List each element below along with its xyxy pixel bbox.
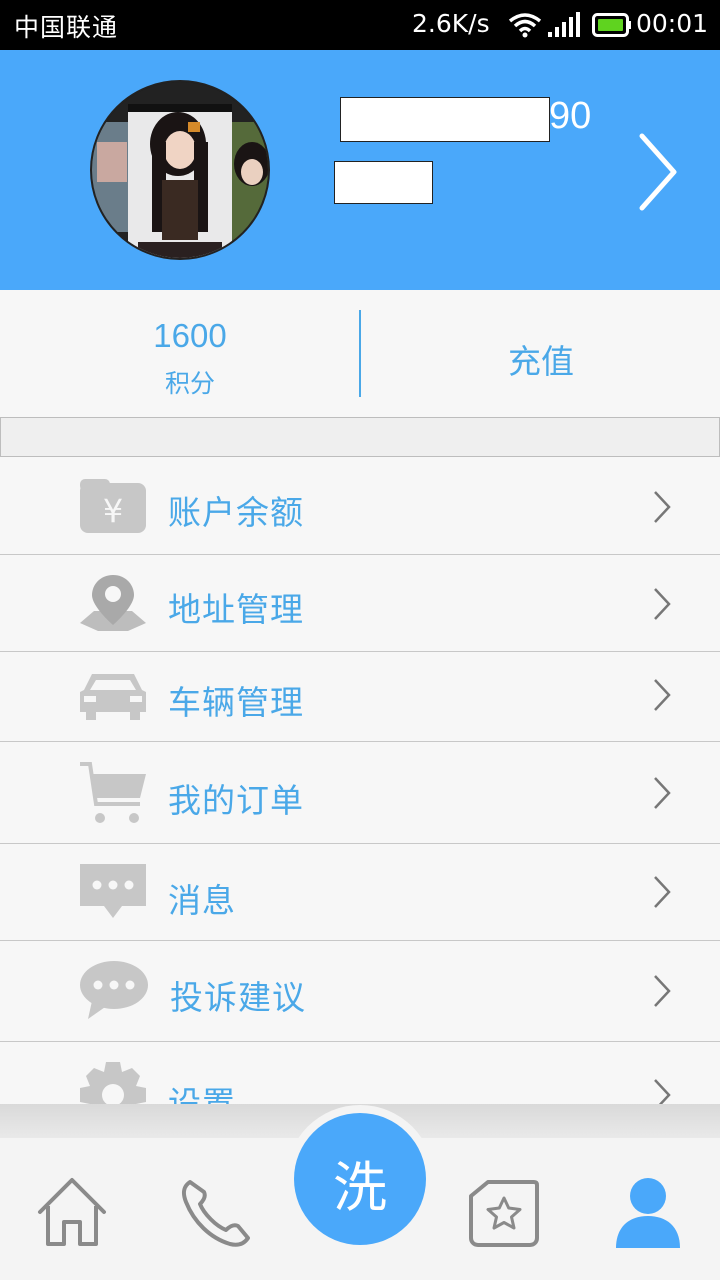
username-redacted xyxy=(340,97,550,142)
chevron-right-icon xyxy=(654,679,671,711)
menu-item-settings[interactable]: 设置 xyxy=(0,1042,720,1105)
phone-icon[interactable] xyxy=(180,1178,252,1248)
menu-list[interactable]: ¥ 账户余额 地址管理 车辆管理 我的订单 消息 投诉建议 设置 xyxy=(0,457,720,1105)
chevron-right-icon[interactable] xyxy=(634,132,680,212)
menu-item-my-orders[interactable]: 我的订单 xyxy=(0,742,720,844)
profile-header[interactable]: 90 xyxy=(0,50,720,290)
points-value: 1600 xyxy=(153,317,227,354)
location-pin-icon xyxy=(80,575,146,631)
favorites-star-icon[interactable] xyxy=(468,1178,540,1248)
home-icon[interactable] xyxy=(34,1176,110,1248)
carrier-name: 中国联通 xyxy=(14,13,119,42)
profile-person-icon[interactable] xyxy=(614,1176,682,1248)
car-icon xyxy=(80,674,146,720)
menu-label-complaints-suggestions: 投诉建议 xyxy=(170,978,306,1017)
recharge-button[interactable]: 充值 xyxy=(362,290,720,417)
user-level-redacted xyxy=(334,161,433,204)
menu-item-messages[interactable]: 消息 xyxy=(0,844,720,941)
chevron-right-icon xyxy=(654,876,671,908)
avatar[interactable] xyxy=(90,80,270,260)
username-suffix: 90 xyxy=(549,95,592,137)
chevron-right-icon xyxy=(654,975,671,1007)
wallet-icon: ¥ xyxy=(80,479,146,533)
menu-label-account-balance: 账户余额 xyxy=(168,493,304,532)
menu-label-address-management: 地址管理 xyxy=(168,590,304,629)
points-panel[interactable]: 1600 积分 xyxy=(0,290,358,417)
chat-bubble-icon xyxy=(80,961,148,1019)
menu-label-settings: 设置 xyxy=(168,1084,236,1105)
stats-row: 1600 积分 充值 xyxy=(0,290,720,417)
menu-label-messages: 消息 xyxy=(168,881,236,920)
gear-icon xyxy=(80,1062,146,1105)
recharge-label: 充值 xyxy=(508,342,574,381)
chevron-right-icon xyxy=(654,1079,671,1105)
stats-divider xyxy=(359,310,361,397)
status-bar: 中国联通 2.6K/s 00:01 xyxy=(0,0,720,50)
menu-label-vehicle-management: 车辆管理 xyxy=(168,683,304,722)
chevron-right-icon xyxy=(654,491,671,523)
chevron-right-icon xyxy=(654,777,671,809)
avatar-photo xyxy=(92,82,268,258)
points-label: 积分 xyxy=(164,369,215,398)
menu-item-account-balance[interactable]: ¥ 账户余额 xyxy=(0,457,720,555)
wifi-icon xyxy=(508,13,542,38)
section-separator xyxy=(0,417,720,457)
menu-item-complaints-suggestions[interactable]: 投诉建议 xyxy=(0,941,720,1042)
network-speed: 2.6K/s xyxy=(412,9,490,38)
signal-icon xyxy=(548,12,580,37)
wash-button[interactable]: 洗 xyxy=(294,1113,426,1245)
message-icon xyxy=(80,864,146,918)
chevron-right-icon xyxy=(654,588,671,620)
cart-icon xyxy=(80,762,146,823)
menu-label-my-orders: 我的订单 xyxy=(168,781,304,820)
battery-icon xyxy=(592,13,631,37)
svg-text:¥: ¥ xyxy=(103,492,123,530)
menu-item-vehicle-management[interactable]: 车辆管理 xyxy=(0,652,720,742)
wash-label: 洗 xyxy=(333,1156,387,1219)
clock: 00:01 xyxy=(636,9,709,38)
menu-item-address-management[interactable]: 地址管理 xyxy=(0,555,720,652)
